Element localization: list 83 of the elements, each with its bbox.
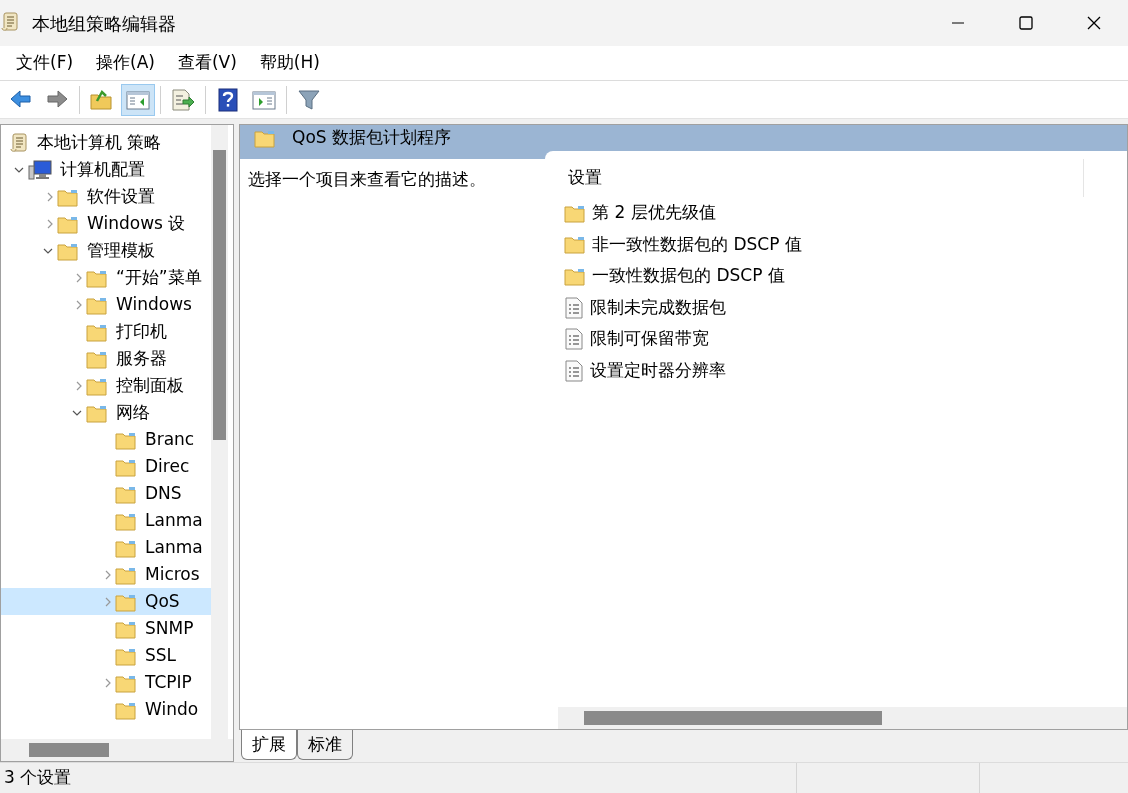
tree-item[interactable]: QoS <box>1 588 211 615</box>
list-item[interactable]: 一致性数据包的 DSCP 值 <box>558 260 1127 292</box>
scrollbar[interactable] <box>211 125 228 739</box>
tree-item-label: QoS <box>145 589 181 613</box>
tree-item-label: 本地计算机 策略 <box>37 130 162 154</box>
tree-item-label: 服务器 <box>116 346 167 370</box>
status-text: 3 个设置 <box>3 766 73 790</box>
export-list-icon <box>170 86 196 113</box>
tree-item[interactable]: Windows 设 <box>1 210 211 237</box>
scrollbar[interactable] <box>558 707 1127 729</box>
tree-item[interactable]: Branc <box>1 426 211 453</box>
tree-item-label: Lanma <box>145 508 203 532</box>
list-item[interactable]: 限制可保留带宽 <box>558 323 1127 355</box>
tree-item[interactable]: 管理模板 <box>1 237 211 264</box>
tree-item-label: SSL <box>145 643 177 667</box>
tree-item[interactable]: “开始”菜单 <box>1 264 211 291</box>
tree-item-label: Branc <box>145 427 195 451</box>
tree-item-label: Direc <box>145 454 190 478</box>
tree-item-label: 打印机 <box>116 319 167 343</box>
description-text: 选择一个项目来查看它的描述。 <box>247 168 487 191</box>
tree-item-label: 软件设置 <box>87 184 155 208</box>
window-title: 本地组策略编辑器 <box>32 11 176 36</box>
menu-item[interactable]: 文件(F) <box>6 48 84 78</box>
tree-item[interactable]: 打印机 <box>1 318 211 345</box>
scrollbar[interactable] <box>1 739 233 761</box>
setting-icon <box>564 328 584 351</box>
menu-item[interactable]: 查看(V) <box>167 48 247 78</box>
folder-icon <box>564 234 586 255</box>
tree-item-label: 管理模板 <box>87 238 155 262</box>
list-item[interactable]: 设置定时器分辨率 <box>558 354 1127 387</box>
menu-item[interactable]: 操作(A) <box>86 48 165 78</box>
tree-item-label: 控制面板 <box>116 373 184 397</box>
tree-item[interactable]: Lanma <box>1 534 211 561</box>
tree-item[interactable]: Direc <box>1 453 211 480</box>
tree-item-label: Windows <box>116 292 192 316</box>
maximize-icon <box>1019 16 1033 30</box>
list-item-label: 第 2 层优先级值 <box>592 201 716 225</box>
list-item[interactable]: 限制未完成数据包 <box>558 291 1127 324</box>
tree-item[interactable]: 计算机配置 <box>1 156 211 183</box>
list-item-label: 非一致性数据包的 DSCP 值 <box>592 232 802 256</box>
tree-item[interactable]: 软件设置 <box>1 183 211 210</box>
list-item[interactable]: 第 2 层优先级值 <box>558 197 1127 229</box>
tree-item-label: Micros <box>145 562 200 586</box>
tree-item-label: Lanma <box>145 535 203 559</box>
tree-item-label: SNMP <box>145 616 194 640</box>
setting-icon <box>564 296 584 319</box>
tree-item[interactable]: SNMP <box>1 615 211 642</box>
view-tab[interactable]: 扩展 <box>241 730 297 760</box>
tree-item-label: “开始”菜单 <box>116 265 202 289</box>
column-header[interactable]: 设置 <box>558 159 1084 197</box>
tree-item[interactable]: SSL <box>1 642 211 669</box>
tree-item[interactable]: 网络 <box>1 399 211 426</box>
scroll-icon <box>9 132 29 153</box>
list-item-label: 限制可保留带宽 <box>590 327 709 351</box>
tree-item[interactable]: Lanma <box>1 507 211 534</box>
folder-icon <box>564 266 586 286</box>
help-icon <box>215 86 241 113</box>
tree-item[interactable]: TCPIP <box>1 669 211 696</box>
view-tab[interactable]: 标准 <box>297 730 353 760</box>
tree-item[interactable]: 本地计算机 策略 <box>1 129 211 156</box>
tree-item[interactable]: 控制面板 <box>1 372 211 399</box>
tree-item-label: DNS <box>145 481 182 505</box>
tree-item[interactable]: Windo <box>1 696 211 723</box>
list-item[interactable]: 非一致性数据包的 DSCP 值 <box>558 228 1127 261</box>
list-item-label: 限制未完成数据包 <box>590 295 726 319</box>
close-icon <box>1087 16 1101 30</box>
tree-item-label: 网络 <box>116 400 150 424</box>
tree-item-label: Windo <box>145 697 199 721</box>
tree-item[interactable]: Windows <box>1 291 211 318</box>
tree-item[interactable]: Micros <box>1 561 211 588</box>
tree-item-label: 计算机配置 <box>60 157 145 181</box>
list-item-label: 一致性数据包的 DSCP 值 <box>592 264 785 288</box>
tree-item[interactable]: 服务器 <box>1 345 211 372</box>
list-item-label: 设置定时器分辨率 <box>590 359 726 382</box>
tree-item-label: TCPIP <box>145 670 192 694</box>
setting-icon <box>564 359 584 382</box>
header-title: QoS 数据包计划程序 <box>292 126 451 150</box>
computer-icon <box>28 158 52 181</box>
folder-icon <box>254 128 276 148</box>
menu-item[interactable]: 帮助(H) <box>249 48 330 78</box>
tree-item[interactable]: DNS <box>1 480 211 507</box>
minimize-icon <box>951 22 965 24</box>
tree-item-label: Windows 设 <box>87 211 186 235</box>
